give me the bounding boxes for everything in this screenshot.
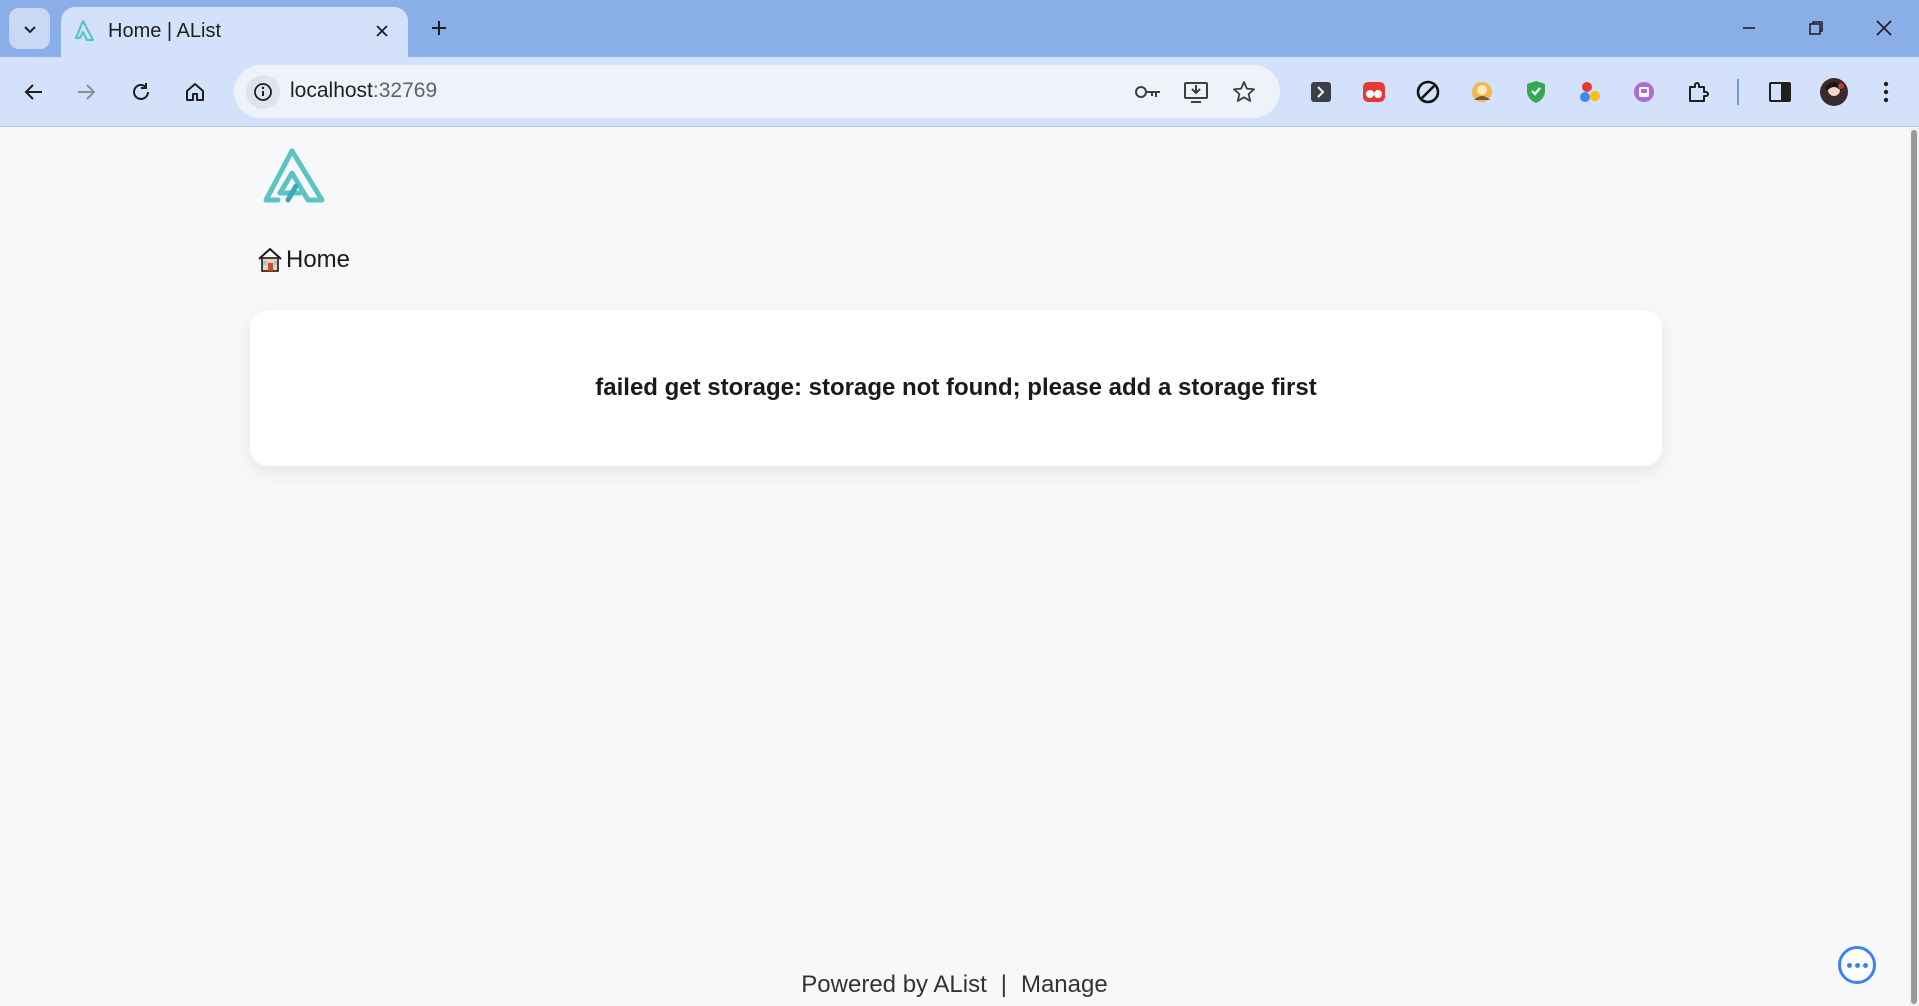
character-extension-icon: [1472, 82, 1492, 102]
install-app-button[interactable]: [1180, 77, 1212, 107]
error-card: failed get storage: storage not found; p…: [250, 310, 1662, 466]
minimize-button[interactable]: [1727, 8, 1771, 48]
site-info-button[interactable]: [246, 75, 280, 109]
install-icon: [1184, 82, 1208, 103]
extension-terminal-button[interactable]: [1305, 76, 1337, 108]
extension-purple-button[interactable]: [1628, 76, 1660, 108]
back-button[interactable]: [14, 72, 54, 112]
chevron-down-icon: [23, 25, 36, 33]
breadcrumb: Home: [256, 246, 350, 274]
alist-logo-icon: [74, 19, 95, 42]
browser-menu-button[interactable]: [1870, 76, 1902, 108]
home-button[interactable]: [175, 72, 215, 112]
minimize-icon: [1743, 27, 1755, 29]
browser-tab[interactable]: Home | AList: [61, 7, 408, 57]
alist-logo-icon[interactable]: [262, 148, 326, 204]
dot: [1846, 962, 1852, 968]
key-icon: [1135, 86, 1160, 98]
powered-by-link[interactable]: Powered by AList: [801, 971, 986, 998]
error-message: failed get storage: storage not found; p…: [595, 374, 1317, 401]
extension-red-button[interactable]: [1358, 76, 1390, 108]
close-icon: [1876, 20, 1892, 36]
scrollbar-thumb[interactable]: [1911, 130, 1917, 1004]
page-scrollbar[interactable]: [1909, 128, 1919, 1006]
red-extension-icon: [1363, 82, 1385, 102]
side-panel-icon: [1769, 82, 1791, 102]
reload-icon: [133, 83, 149, 100]
arrow-left-icon: [24, 84, 42, 100]
star-icon: [1233, 81, 1255, 102]
restore-button[interactable]: [1794, 8, 1838, 48]
window-close-button[interactable]: [1862, 8, 1906, 48]
toolbar-divider: [1737, 79, 1739, 105]
page-footer: Powered by AList | Manage: [0, 971, 1909, 999]
purple-extension-icon: [1634, 82, 1654, 102]
dot: [1854, 962, 1860, 968]
browser-tab-strip: Home | AList: [0, 0, 1919, 57]
extensions-menu-button[interactable]: [1682, 76, 1714, 108]
password-key-button[interactable]: [1132, 77, 1164, 107]
dot: [1862, 962, 1868, 968]
extension-avatar-button[interactable]: [1466, 76, 1498, 108]
arrow-right-icon: [78, 84, 96, 100]
footer-separator: |: [1000, 971, 1007, 998]
url-text[interactable]: localhost:32769: [290, 79, 437, 103]
forward-button[interactable]: [66, 72, 106, 112]
shield-icon: [1527, 81, 1545, 103]
extension-block-button[interactable]: [1412, 76, 1444, 108]
home-icon: [258, 248, 282, 272]
page-content: Home failed get storage: storage not fou…: [0, 128, 1909, 1006]
tab-search-button[interactable]: [9, 8, 50, 49]
tab-close-button[interactable]: [368, 17, 396, 45]
url-host: localhost: [290, 79, 373, 102]
tab-title: Home | AList: [108, 20, 222, 42]
extension-colors-button[interactable]: [1574, 76, 1606, 108]
browser-toolbar: localhost:32769: [0, 57, 1919, 127]
restore-icon: [1809, 21, 1823, 35]
manage-link[interactable]: Manage: [1021, 971, 1108, 998]
url-port: :32769: [372, 79, 438, 102]
terminal-extension-icon: [1311, 82, 1331, 102]
bookmark-star-button[interactable]: [1228, 77, 1260, 107]
home-icon: [186, 83, 204, 101]
reload-button[interactable]: [121, 72, 161, 112]
puzzle-icon: [1689, 82, 1709, 102]
plus-icon: [432, 21, 446, 35]
extension-shield-button[interactable]: [1520, 76, 1552, 108]
close-icon: [376, 25, 388, 37]
more-options-button[interactable]: [1838, 946, 1876, 984]
address-bar[interactable]: localhost:32769: [234, 65, 1280, 118]
avatar: [1820, 78, 1848, 106]
info-icon: [254, 83, 272, 101]
breadcrumb-home-link[interactable]: Home: [286, 246, 350, 274]
side-panel-button[interactable]: [1764, 76, 1796, 108]
more-vertical-icon: [1883, 81, 1889, 103]
colors-extension-icon: [1580, 82, 1600, 102]
profile-avatar-button[interactable]: [1818, 76, 1850, 108]
block-extension-icon: [1416, 80, 1440, 104]
new-tab-button[interactable]: [424, 13, 454, 43]
